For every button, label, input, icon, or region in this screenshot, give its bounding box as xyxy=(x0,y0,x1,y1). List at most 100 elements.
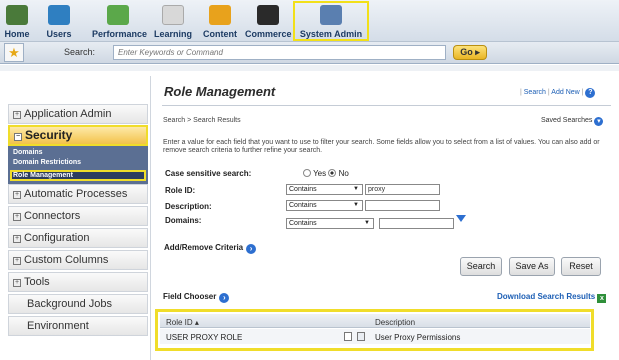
description-label: Description: xyxy=(165,202,212,211)
sidebar-item-background-jobs[interactable]: Background Jobs xyxy=(8,294,148,314)
add-remove-criteria-label: Add/Remove Criteria xyxy=(164,243,244,252)
description-operator-value: Contains xyxy=(289,202,317,209)
role-id-operator-select[interactable]: Contains ▼ xyxy=(286,184,363,195)
sidebar-item-application-admin[interactable]: + Application Admin xyxy=(8,104,148,124)
download-label: Download Search Results xyxy=(497,292,596,301)
users-icon xyxy=(48,5,70,25)
expand-icon: + xyxy=(13,191,21,199)
submenu-role-management[interactable]: Role Management xyxy=(13,172,73,179)
add-new-link[interactable]: Add New xyxy=(551,89,579,96)
nav-performance-label: Performance xyxy=(92,29,148,39)
role-id-label: Role ID: xyxy=(165,186,196,195)
sidebar-item-label: Custom Columns xyxy=(24,254,109,266)
domains-input[interactable] xyxy=(379,218,454,229)
sidebar-item-label: Background Jobs xyxy=(27,298,112,310)
nav-learning[interactable]: Learning xyxy=(152,0,194,42)
domains-label: Domains: xyxy=(165,216,202,225)
filter-icon[interactable] xyxy=(456,215,466,222)
sidebar-item-label: Configuration xyxy=(24,232,90,244)
search-button[interactable]: Search xyxy=(460,257,502,276)
nav-users[interactable]: Users xyxy=(44,0,74,42)
arrow-right-icon: › xyxy=(246,244,257,254)
expand-icon: + xyxy=(13,111,21,119)
help-icon[interactable]: ? xyxy=(585,88,596,98)
expand-icon: + xyxy=(13,279,21,287)
nav-content[interactable]: Content xyxy=(200,0,240,42)
go-button[interactable]: Go ▸ xyxy=(453,45,487,60)
nav-home-label: Home xyxy=(4,29,30,39)
save-as-button[interactable]: Save As xyxy=(509,257,555,276)
header-gap xyxy=(0,65,619,71)
collapse-icon: − xyxy=(14,133,22,141)
breadcrumb: Search > Search Results xyxy=(163,117,241,124)
domains-operator-value: Contains xyxy=(289,220,317,227)
sidebar-item-label: Environment xyxy=(27,320,89,332)
sidebar-item-connectors[interactable]: + Connectors xyxy=(8,206,148,226)
nav-home[interactable]: Home xyxy=(4,0,30,42)
search-label: Search: xyxy=(64,47,96,57)
chevron-down-icon: ▾ xyxy=(594,117,604,126)
role-id-input[interactable]: proxy xyxy=(365,184,440,195)
sidebar-item-configuration[interactable]: + Configuration xyxy=(8,228,148,248)
sidebar-item-security[interactable]: − Security xyxy=(8,125,148,146)
commerce-icon xyxy=(257,5,279,25)
dropdown-arrow-icon: ▼ xyxy=(364,220,370,226)
description-input[interactable] xyxy=(365,200,440,211)
dropdown-arrow-icon: ▼ xyxy=(353,202,359,208)
top-navigation: Home Users Performance Learning Content … xyxy=(0,0,619,42)
title-divider xyxy=(162,105,611,106)
search-input[interactable] xyxy=(113,45,446,60)
role-id-operator-value: Contains xyxy=(289,186,317,193)
description-operator-select[interactable]: Contains ▼ xyxy=(286,200,363,211)
home-icon xyxy=(6,5,28,25)
submenu-domain-restrictions[interactable]: Domain Restrictions xyxy=(13,159,81,166)
reset-button[interactable]: Reset xyxy=(561,257,601,276)
system-admin-highlight xyxy=(293,1,369,41)
search-link[interactable]: Search xyxy=(524,89,546,96)
radio-yes[interactable] xyxy=(303,169,311,177)
expand-icon: + xyxy=(13,257,21,265)
sidebar-item-label: Application Admin xyxy=(24,108,112,120)
sidebar-item-label: Connectors xyxy=(24,210,81,222)
nav-users-label: Users xyxy=(46,29,72,39)
radio-no-label: No xyxy=(338,169,349,178)
expand-icon: + xyxy=(13,213,21,221)
sidebar-item-label: Tools xyxy=(24,276,50,288)
sidebar: + Application Admin − Security Domains Dom… xyxy=(8,104,148,360)
page-links: | Search | Add New | ? xyxy=(520,88,596,98)
arrow-right-icon: › xyxy=(219,293,230,303)
radio-yes-label: Yes xyxy=(313,169,327,178)
favorites-star-icon[interactable]: ★ xyxy=(4,43,24,62)
nav-learning-label: Learning xyxy=(153,29,192,39)
saved-searches-label: Saved Searches xyxy=(541,117,593,124)
sidebar-item-label: Automatic Processes xyxy=(24,188,128,200)
sidebar-item-custom-columns[interactable]: + Custom Columns xyxy=(8,250,148,270)
performance-icon xyxy=(107,5,129,25)
field-chooser[interactable]: Field Chooser › xyxy=(163,292,230,303)
sidebar-item-label: Security xyxy=(25,128,73,142)
case-sensitive-options: Yes No xyxy=(303,169,349,178)
learning-icon xyxy=(162,5,184,25)
excel-icon: x xyxy=(597,294,607,303)
download-search-results[interactable]: Download Search Results x xyxy=(497,292,607,303)
radio-no[interactable] xyxy=(328,169,337,177)
submenu-domains[interactable]: Domains xyxy=(13,149,43,156)
sidebar-item-tools[interactable]: + Tools xyxy=(8,272,148,292)
global-search-bar: ★ Search: Go ▸ xyxy=(0,42,619,64)
nav-performance[interactable]: Performance xyxy=(92,0,148,42)
expand-icon: + xyxy=(13,235,21,243)
add-remove-criteria[interactable]: Add/Remove Criteria › xyxy=(164,243,257,254)
domains-operator-select[interactable]: Contains ▼ xyxy=(286,218,374,229)
case-sensitive-label: Case sensitive search: xyxy=(165,169,252,178)
search-instructions: Enter a value for each field that you wa… xyxy=(163,139,600,154)
nav-content-label: Content xyxy=(203,29,237,39)
nav-commerce-label: Commerce xyxy=(245,29,292,39)
saved-searches[interactable]: Saved Searches ▾ xyxy=(541,117,604,126)
page-title: Role Management xyxy=(164,84,276,99)
nav-commerce[interactable]: Commerce xyxy=(245,0,292,42)
sidebar-item-automatic-processes[interactable]: + Automatic Processes xyxy=(8,184,148,204)
dropdown-arrow-icon: ▼ xyxy=(353,186,359,192)
results-highlight xyxy=(155,309,594,351)
sidebar-item-environment[interactable]: Environment xyxy=(8,316,148,336)
content-icon xyxy=(209,5,231,25)
